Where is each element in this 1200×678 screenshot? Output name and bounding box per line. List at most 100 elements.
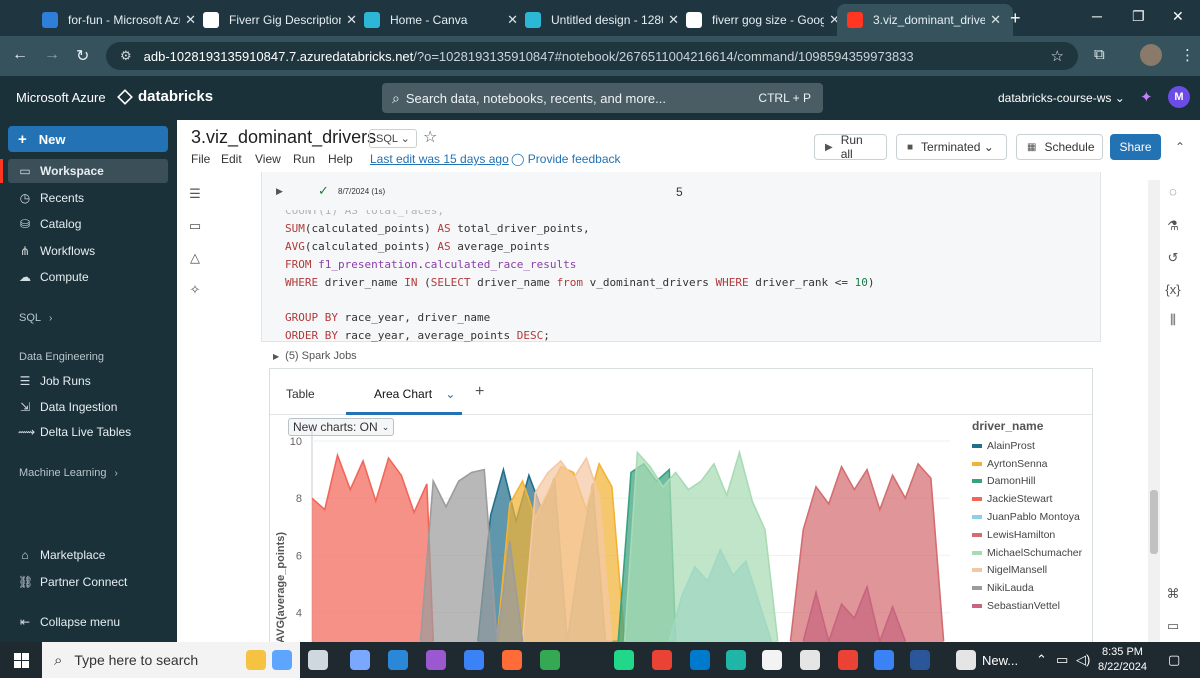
sidebar-section-machine-learning[interactable]: Machine Learning ›: [19, 467, 118, 479]
library-icon[interactable]: ⫼: [1165, 312, 1181, 328]
terminal-icon[interactable]: ▭: [1165, 618, 1181, 634]
menu-run[interactable]: Run: [293, 152, 315, 166]
tab-table[interactable]: Table: [286, 387, 315, 401]
new-button[interactable]: + New: [8, 126, 168, 152]
volume-icon[interactable]: ◁): [1076, 652, 1090, 668]
assistant-icon[interactable]: ✧: [187, 282, 203, 298]
menu-file[interactable]: File: [191, 152, 210, 166]
store-icon[interactable]: [762, 650, 782, 670]
paint-icon[interactable]: [246, 650, 266, 670]
sidebar-item-data-ingestion[interactable]: ⇲ Data Ingestion: [8, 395, 168, 419]
revision-history-icon[interactable]: ↺: [1165, 250, 1181, 266]
experiments-icon[interactable]: ⚗: [1165, 218, 1181, 234]
browser-profile-avatar[interactable]: [1140, 44, 1162, 66]
reload-icon[interactable]: ↻: [76, 46, 89, 66]
browser-tab[interactable]: fiverr gog size - Google ✕: [676, 4, 852, 36]
menu-edit[interactable]: Edit: [221, 152, 242, 166]
area-chart[interactable]: 10 8 6 4 AVG(average_points): [270, 425, 970, 643]
taskbar-clock[interactable]: 8:35 PM 8/22/2024: [1098, 645, 1147, 675]
favorite-star-icon[interactable]: ☆: [423, 127, 437, 147]
run-cell-icon[interactable]: ▶: [276, 186, 283, 197]
url-input[interactable]: ⚙ adb-1028193135910847.7.azuredatabricks…: [106, 42, 1078, 70]
variables-icon[interactable]: {x}: [1165, 282, 1181, 297]
share-button[interactable]: Share: [1110, 134, 1161, 160]
windows-start-icon[interactable]: [14, 653, 29, 668]
tray-chevron-icon[interactable]: ⌃: [1036, 652, 1047, 668]
notebook-title[interactable]: 3.viz_dominant_drivers: [191, 127, 376, 148]
chevron-down-icon[interactable]: ⌄: [445, 387, 455, 401]
browser-menu-icon[interactable]: ⋮: [1180, 46, 1195, 64]
legend-item[interactable]: DamonHill: [972, 473, 1092, 491]
browser-tab[interactable]: 3.viz_dominant_drivers ✕: [837, 4, 1013, 36]
notifications-icon[interactable]: ▢: [1168, 652, 1180, 668]
sidebar-item-collapse-menu[interactable]: ⇤ Collapse menu: [8, 610, 168, 634]
sidebar-item-marketplace[interactable]: ⌂ Marketplace: [8, 543, 168, 567]
code-cell[interactable]: ▶ ✓ 8/7/2024 (1s) 5 COUNT(1) AS total_ra…: [261, 172, 1101, 342]
menu-view[interactable]: View: [255, 152, 281, 166]
minimize-icon[interactable]: ─: [1092, 8, 1102, 24]
sidebar-item-catalog[interactable]: ⛁ Catalog: [8, 212, 168, 236]
teams-icon[interactable]: [800, 650, 820, 670]
chatgpt-icon[interactable]: [540, 650, 560, 670]
explorer-icon[interactable]: [956, 650, 976, 670]
sidebar-item-partner-connect[interactable]: ⛓ Partner Connect: [8, 570, 168, 594]
vpn-icon[interactable]: [874, 650, 894, 670]
mail-icon[interactable]: [388, 650, 408, 670]
sql-code-editor[interactable]: COUNT(1) AS total_races, SUM(calculated_p…: [285, 202, 874, 345]
restore-icon[interactable]: ❐: [1132, 8, 1145, 25]
site-info-icon[interactable]: ⚙: [120, 48, 132, 64]
word-icon[interactable]: [910, 650, 930, 670]
browser-tab[interactable]: for-fun - Microsoft Azure✕: [32, 4, 208, 36]
legend-item[interactable]: JackieStewart: [972, 490, 1092, 508]
edge-icon[interactable]: [726, 650, 746, 670]
legend-item[interactable]: MichaelSchumacher: [972, 544, 1092, 562]
feedback-link[interactable]: ◯ Provide feedback: [511, 152, 621, 166]
close-tab-icon[interactable]: ✕: [990, 12, 1001, 28]
extensions-icon[interactable]: ⧉: [1094, 46, 1105, 63]
schedule-button[interactable]: ▦ Schedule: [1016, 134, 1103, 160]
legend-item[interactable]: JuanPablo Montoya: [972, 508, 1092, 526]
taskbar-window-label[interactable]: New...: [982, 653, 1018, 668]
sidebar-item-recents[interactable]: ◷ Recents: [8, 186, 168, 210]
network-icon[interactable]: ▭: [1056, 652, 1068, 668]
vscode-icon[interactable]: [690, 650, 710, 670]
add-visualization-button[interactable]: +: [475, 383, 484, 401]
collapse-header-icon[interactable]: ⌃: [1175, 140, 1185, 154]
back-arrow-icon[interactable]: ←: [12, 46, 28, 64]
bookmark-star-icon[interactable]: ☆: [1051, 47, 1064, 65]
catalog-shapes-icon[interactable]: △: [187, 250, 203, 266]
forward-arrow-icon[interactable]: →: [44, 46, 60, 64]
sidebar-item-delta-live-tables[interactable]: ⟿ Delta Live Tables: [8, 420, 168, 444]
comments-icon[interactable]: ◌: [1165, 184, 1181, 199]
todo-icon[interactable]: [464, 650, 484, 670]
close-window-icon[interactable]: ✕: [1172, 8, 1184, 25]
tab-area-chart[interactable]: Area Chart ⌄: [374, 387, 455, 401]
legend-item[interactable]: AlainProst: [972, 437, 1092, 455]
ink-icon[interactable]: [272, 650, 292, 670]
sidebar-section-sql[interactable]: SQL ›: [19, 312, 52, 324]
table-of-contents-icon[interactable]: ☰: [187, 186, 203, 202]
browser-tab[interactable]: Home - Canva ✕: [354, 4, 530, 36]
sidebar-item-workflows[interactable]: ⋔ Workflows: [8, 239, 168, 263]
sidebar-item-job-runs[interactable]: ☰ Job Runs: [8, 369, 168, 393]
sidebar-item-compute[interactable]: ☁ Compute: [8, 265, 168, 289]
last-edit-link[interactable]: Last edit was 15 days ago: [370, 152, 509, 166]
databricks-logo[interactable]: databricks: [117, 88, 213, 105]
legend-item[interactable]: LewisHamilton: [972, 526, 1092, 544]
workspace-browser-icon[interactable]: ▭: [187, 218, 203, 234]
chrome-icon[interactable]: [652, 650, 672, 670]
copilot-icon[interactable]: [350, 650, 370, 670]
sidebar-item-workspace[interactable]: ▭ Workspace: [0, 159, 168, 183]
chrome-icon[interactable]: [838, 650, 858, 670]
run-all-button[interactable]: ▶ Run all: [814, 133, 887, 161]
user-avatar[interactable]: M: [1168, 86, 1190, 108]
cluster-selector[interactable]: ■ Terminated ⌄: [896, 134, 1007, 160]
workspace-selector[interactable]: databricks-course-ws ⌄: [998, 91, 1125, 105]
task-view-icon[interactable]: [308, 650, 328, 670]
language-selector[interactable]: SQL ⌄: [369, 129, 417, 148]
menu-help[interactable]: Help: [328, 152, 353, 166]
spark-jobs-toggle[interactable]: ▶ (5) Spark Jobs: [273, 350, 357, 362]
legend-item[interactable]: SebastianVettel: [972, 597, 1092, 615]
assistant-sparkle-icon[interactable]: ✦: [1140, 88, 1153, 106]
keyboard-shortcuts-icon[interactable]: ⌘: [1165, 586, 1181, 602]
